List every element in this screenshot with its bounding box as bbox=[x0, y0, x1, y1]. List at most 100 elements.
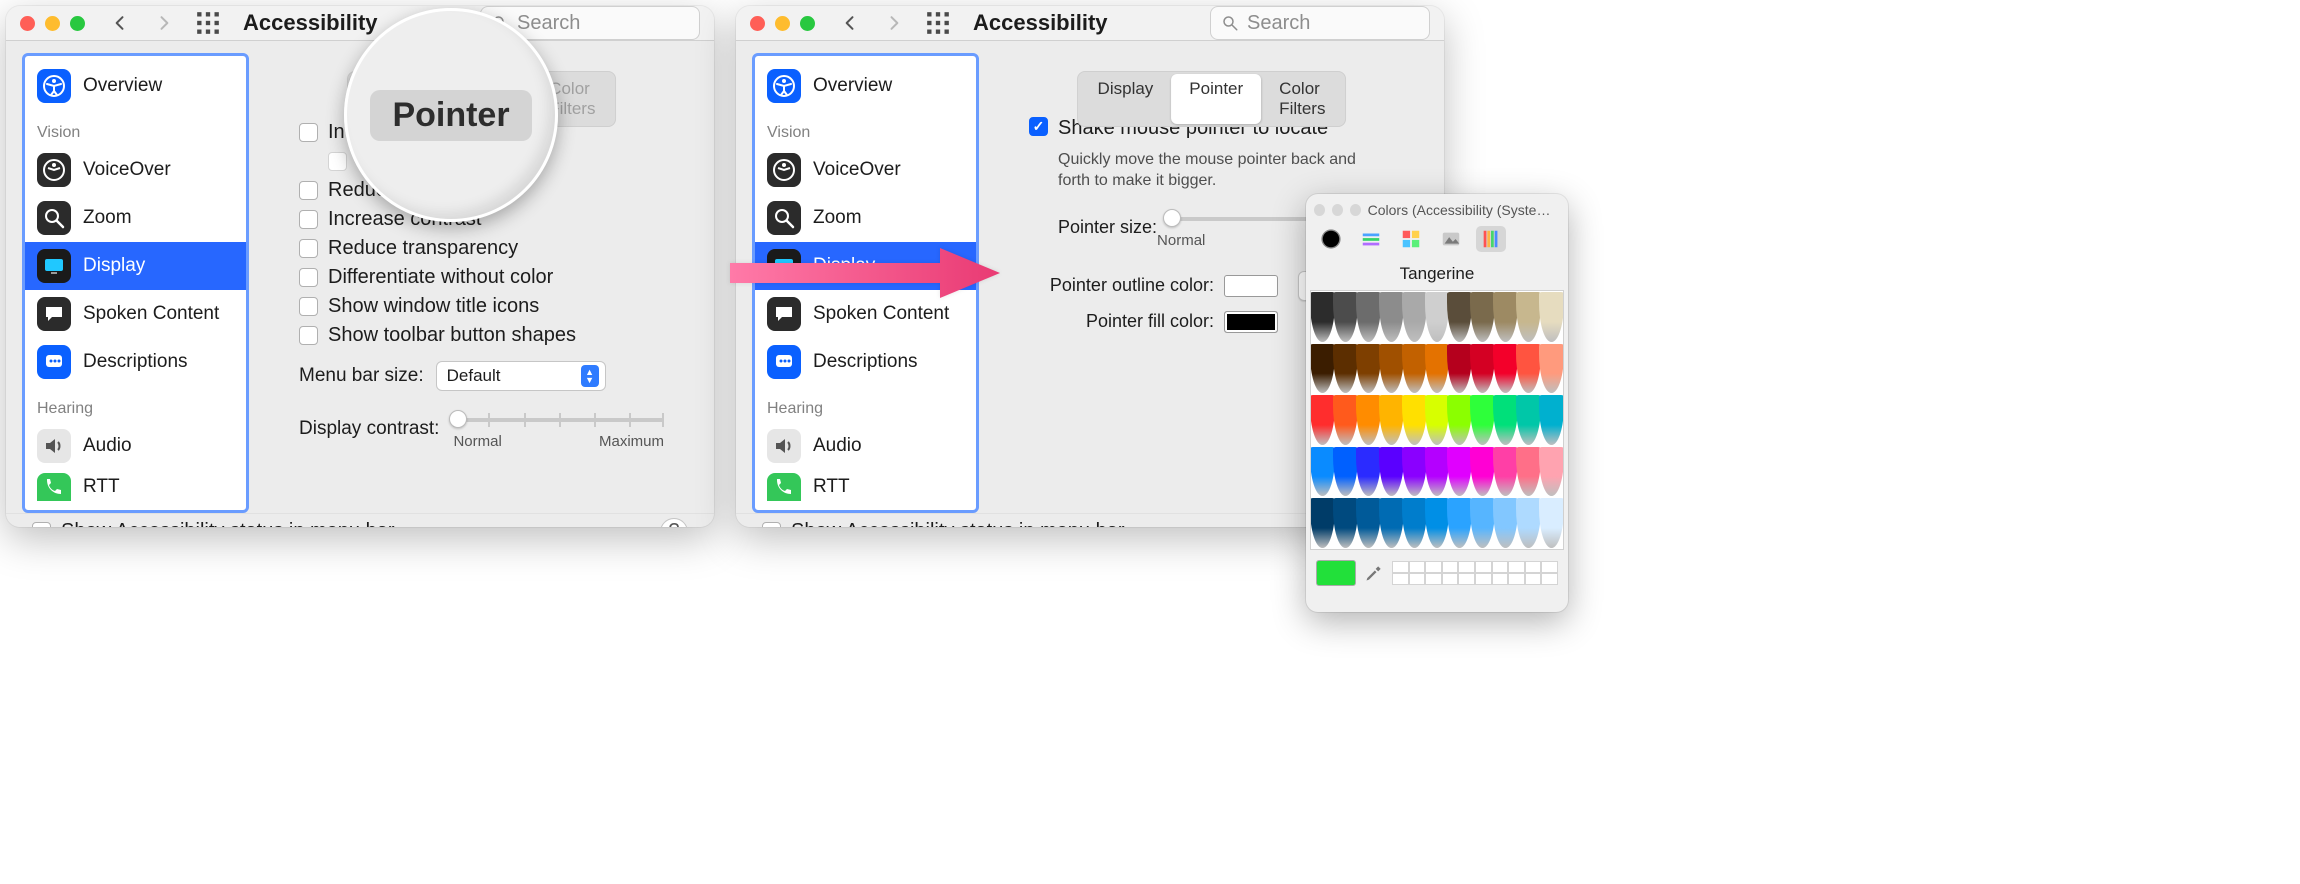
saved-swatch-cell[interactable] bbox=[1492, 561, 1509, 573]
pencil-swatch[interactable] bbox=[1447, 292, 1472, 342]
zoom-icon[interactable] bbox=[70, 16, 85, 31]
saved-swatch-cell[interactable] bbox=[1425, 573, 1442, 585]
pencil-swatch[interactable] bbox=[1493, 292, 1518, 342]
checkbox-icon[interactable] bbox=[299, 210, 318, 229]
pencil-swatch[interactable] bbox=[1425, 395, 1450, 445]
checkbox-icon[interactable] bbox=[299, 326, 318, 345]
eyedropper-icon[interactable] bbox=[1364, 563, 1384, 583]
close-icon[interactable] bbox=[20, 16, 35, 31]
pencil-swatch[interactable] bbox=[1539, 292, 1564, 342]
pencil-swatch[interactable] bbox=[1493, 344, 1518, 394]
zoom-icon[interactable] bbox=[800, 16, 815, 31]
sidebar-item-rtt[interactable]: RTT bbox=[755, 470, 976, 504]
pencil-swatch[interactable] bbox=[1356, 395, 1381, 445]
saved-swatch-cell[interactable] bbox=[1392, 561, 1409, 573]
checkbox-icon[interactable] bbox=[32, 522, 51, 527]
saved-swatch-cell[interactable] bbox=[1425, 561, 1442, 573]
sidebar-item-zoom[interactable]: Zoom bbox=[755, 194, 976, 242]
pencil-swatch[interactable] bbox=[1379, 447, 1404, 497]
mode-image-icon[interactable] bbox=[1436, 226, 1466, 252]
forward-button[interactable] bbox=[879, 8, 909, 38]
pencil-swatch[interactable] bbox=[1356, 344, 1381, 394]
opt-show-toolbar-button-shapes[interactable]: Show toolbar button shapes bbox=[299, 324, 664, 347]
pencil-swatch[interactable] bbox=[1379, 292, 1404, 342]
pencil-swatch[interactable] bbox=[1379, 344, 1404, 394]
tab-display[interactable]: Display bbox=[1080, 74, 1172, 124]
opt-show-window-title-icons[interactable]: Show window title icons bbox=[299, 295, 664, 318]
pencil-swatch[interactable] bbox=[1379, 498, 1404, 548]
pencil-swatch[interactable] bbox=[1447, 395, 1472, 445]
pencil-swatch[interactable] bbox=[1425, 344, 1450, 394]
sidebar-item-voiceover[interactable]: VoiceOver bbox=[25, 146, 246, 194]
minimize-icon[interactable] bbox=[775, 16, 790, 31]
pencil-swatch[interactable] bbox=[1310, 292, 1335, 342]
pencil-swatch[interactable] bbox=[1356, 447, 1381, 497]
pencil-swatch[interactable] bbox=[1493, 447, 1518, 497]
pointer-fill-swatch[interactable] bbox=[1224, 311, 1278, 333]
sidebar-item-overview[interactable]: Overview bbox=[25, 62, 246, 110]
minimize-icon[interactable] bbox=[45, 16, 60, 31]
saved-swatch-cell[interactable] bbox=[1475, 561, 1492, 573]
pencil-swatch[interactable] bbox=[1493, 498, 1518, 548]
pencil-swatch[interactable] bbox=[1470, 344, 1495, 394]
help-button[interactable]: ? bbox=[660, 518, 688, 528]
sidebar-item-descriptions[interactable]: Descriptions bbox=[25, 338, 246, 386]
pencil-swatch[interactable] bbox=[1516, 344, 1541, 394]
saved-swatch-cell[interactable] bbox=[1525, 561, 1542, 573]
checkbox-icon[interactable] bbox=[762, 522, 781, 527]
pencil-swatch[interactable] bbox=[1333, 498, 1358, 548]
pencil-swatch[interactable] bbox=[1333, 344, 1358, 394]
back-button[interactable] bbox=[835, 8, 865, 38]
opt-reduce-transparency[interactable]: Reduce transparency bbox=[299, 237, 664, 260]
pencil-swatch[interactable] bbox=[1379, 395, 1404, 445]
forward-button[interactable] bbox=[149, 8, 179, 38]
show-accessibility-status-checkbox[interactable]: Show Accessibility status in menu bar bbox=[32, 520, 395, 527]
saved-swatch-cell[interactable] bbox=[1442, 561, 1459, 573]
checkbox-icon[interactable] bbox=[299, 297, 318, 316]
mode-palettes-icon[interactable] bbox=[1396, 226, 1426, 252]
pencil-swatch[interactable] bbox=[1356, 292, 1381, 342]
show-all-button[interactable] bbox=[193, 8, 223, 38]
opt-differentiate-without-color[interactable]: Differentiate without color bbox=[299, 266, 664, 289]
pencil-swatch[interactable] bbox=[1516, 447, 1541, 497]
pencil-swatch[interactable] bbox=[1425, 447, 1450, 497]
mode-sliders-icon[interactable] bbox=[1356, 226, 1386, 252]
show-all-button[interactable] bbox=[923, 8, 953, 38]
current-color-swatch[interactable] bbox=[1316, 560, 1356, 586]
pencil-swatch[interactable] bbox=[1310, 344, 1335, 394]
pencil-swatch[interactable] bbox=[1310, 395, 1335, 445]
minimize-icon[interactable] bbox=[1332, 204, 1343, 216]
mode-pencils-icon[interactable] bbox=[1476, 226, 1506, 252]
show-accessibility-status-checkbox[interactable]: Show Accessibility status in menu bar bbox=[762, 520, 1125, 527]
saved-swatch-cell[interactable] bbox=[1541, 573, 1558, 585]
saved-swatch-cell[interactable] bbox=[1442, 573, 1459, 585]
pencil-swatch[interactable] bbox=[1539, 344, 1564, 394]
pencil-swatch[interactable] bbox=[1516, 498, 1541, 548]
checkbox-icon[interactable] bbox=[299, 181, 318, 200]
close-icon[interactable] bbox=[750, 16, 765, 31]
sidebar-item-rtt[interactable]: RTT bbox=[25, 470, 246, 504]
pencil-swatch[interactable] bbox=[1402, 344, 1427, 394]
saved-swatch-cell[interactable] bbox=[1475, 573, 1492, 585]
pencil-swatch[interactable] bbox=[1425, 498, 1450, 548]
pencil-swatch[interactable] bbox=[1470, 395, 1495, 445]
tab-color-filters[interactable]: Color Filters bbox=[1261, 74, 1343, 124]
sidebar-item-zoom[interactable]: Zoom bbox=[25, 194, 246, 242]
back-button[interactable] bbox=[105, 8, 135, 38]
pencil-swatch[interactable] bbox=[1447, 498, 1472, 548]
sidebar-item-descriptions[interactable]: Descriptions bbox=[755, 338, 976, 386]
display-contrast-slider[interactable] bbox=[453, 407, 664, 433]
pencil-swatch[interactable] bbox=[1447, 447, 1472, 497]
pencil-swatch[interactable] bbox=[1402, 292, 1427, 342]
sidebar-item-spoken-content[interactable]: Spoken Content bbox=[25, 290, 246, 338]
pencil-swatch[interactable] bbox=[1402, 447, 1427, 497]
zoom-icon[interactable] bbox=[1350, 204, 1361, 216]
saved-swatch-cell[interactable] bbox=[1458, 561, 1475, 573]
menu-bar-size-select[interactable]: Default ▲▼ bbox=[436, 361, 606, 391]
pencil-swatch[interactable] bbox=[1310, 498, 1335, 548]
close-icon[interactable] bbox=[1314, 204, 1325, 216]
sidebar-item-overview[interactable]: Overview bbox=[755, 62, 976, 110]
saved-swatch-cell[interactable] bbox=[1409, 561, 1426, 573]
pencil-swatch[interactable] bbox=[1356, 498, 1381, 548]
saved-swatch-cell[interactable] bbox=[1458, 573, 1475, 585]
